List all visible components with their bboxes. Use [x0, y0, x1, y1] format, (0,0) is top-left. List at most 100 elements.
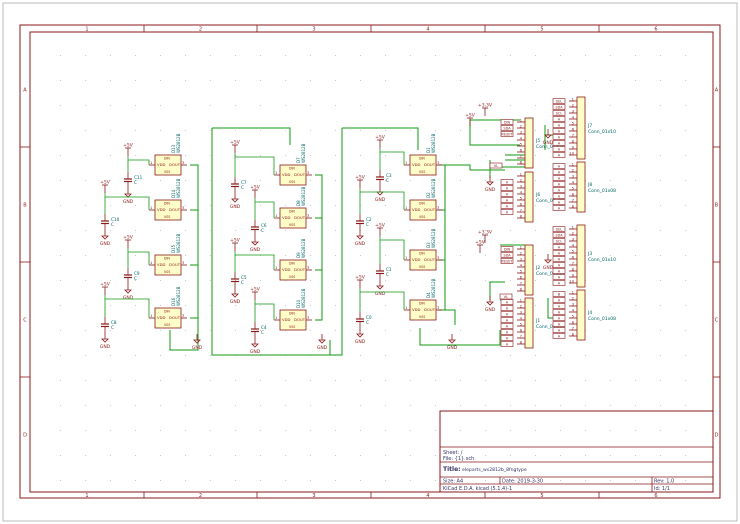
title-block-rev: Rev: 1.0	[654, 479, 674, 485]
grid-dot	[110, 280, 111, 281]
frame-col-label-bottom: 1	[85, 493, 88, 499]
grid-dot	[310, 80, 311, 81]
grid-dot	[85, 130, 86, 131]
led-pin-vss: VSS	[419, 215, 425, 219]
net-label: SDA	[555, 106, 563, 110]
grid-dot	[185, 380, 186, 381]
led-pin-vss: VSS	[289, 325, 295, 329]
grid-dot	[160, 130, 161, 131]
grid-dot	[260, 130, 261, 131]
net-label: SDA	[503, 254, 511, 258]
grid-dot	[335, 280, 336, 281]
grid-dot	[210, 55, 211, 56]
grid-dot	[485, 330, 486, 331]
grid-dot	[385, 255, 386, 256]
led-pin-dout: DOUT	[169, 207, 181, 212]
grid-dot	[560, 455, 561, 456]
grid-dot	[260, 455, 261, 456]
grid-dot	[610, 355, 611, 356]
grid-dot	[385, 305, 386, 306]
grid-dot	[235, 480, 236, 481]
grid-dot	[210, 405, 211, 406]
grid-dot	[535, 405, 536, 406]
grid-dot	[335, 455, 336, 456]
grid-dot	[60, 205, 61, 206]
grid-dot	[660, 455, 661, 456]
frame-row-label-right: A	[715, 88, 719, 94]
connector-body	[576, 224, 586, 288]
grid-dot	[660, 330, 661, 331]
grid-dot	[635, 130, 636, 131]
grid-dot	[610, 55, 611, 56]
grid-dot	[235, 330, 236, 331]
grid-dot	[135, 80, 136, 81]
power-label: +5V	[230, 238, 241, 244]
grid-dot	[685, 305, 686, 306]
grid-dot	[110, 155, 111, 156]
grid-dot	[685, 455, 686, 456]
grid-dot	[510, 105, 511, 106]
grid-dot	[610, 205, 611, 206]
led-value: WS2812B	[301, 238, 306, 258]
led-pin-dout: DOUT	[424, 162, 436, 167]
power-label: +5V	[100, 282, 111, 288]
grid-dot	[85, 280, 86, 281]
led-value: WS2812B	[176, 286, 181, 306]
grid-dot	[535, 105, 536, 106]
power-label: +5V	[465, 113, 476, 119]
grid-dot	[185, 55, 186, 56]
connector-body	[576, 96, 586, 160]
grid-dot	[610, 405, 611, 406]
cap-value: C	[261, 330, 264, 335]
grid-dot	[110, 330, 111, 331]
gnd-label: GND	[123, 199, 134, 205]
gnd-label: GND	[100, 344, 111, 350]
grid-dot	[285, 430, 286, 431]
grid-dot	[260, 55, 261, 56]
grid-dot	[585, 380, 586, 381]
grid-dot	[310, 180, 311, 181]
cap-value: C	[111, 325, 114, 330]
grid-dot	[685, 105, 686, 106]
led-pin-din: DIN	[164, 202, 170, 206]
grid-dot	[285, 380, 286, 381]
grid-dot	[460, 280, 461, 281]
connector-body	[524, 117, 534, 169]
led-pin-dout: DOUT	[169, 262, 181, 267]
frame-col-label-top: 6	[654, 27, 657, 33]
grid-dot	[135, 430, 136, 431]
grid-dot	[360, 380, 361, 381]
led-pin-vss: VSS	[419, 265, 425, 269]
grid-dot	[435, 130, 436, 131]
grid-dot	[60, 55, 61, 56]
grid-dot	[135, 105, 136, 106]
grid-dot	[185, 180, 186, 181]
led-pin-din: DIN	[419, 252, 425, 256]
grid-dot	[660, 280, 661, 281]
led-pin-dout: DOUT	[294, 267, 306, 272]
grid-dot	[310, 205, 311, 206]
grid-dot	[460, 330, 461, 331]
grid-dot	[85, 380, 86, 381]
grid-dot	[335, 380, 336, 381]
grid-dot	[635, 180, 636, 181]
led-pin-vdd: VDD	[157, 262, 166, 267]
grid-dot	[110, 305, 111, 306]
grid-dot	[685, 130, 686, 131]
led-pin-vdd: VDD	[282, 317, 291, 322]
grid-dot	[110, 55, 111, 56]
grid-dot	[635, 455, 636, 456]
grid-dot	[110, 405, 111, 406]
title-block-file: File: {1}.sch	[443, 456, 474, 462]
grid-dot	[535, 305, 536, 306]
grid-dot	[310, 380, 311, 381]
grid-dot	[535, 205, 536, 206]
connector-body	[576, 161, 586, 213]
grid-dot	[560, 55, 561, 56]
grid-dot	[335, 105, 336, 106]
net-label: SEL	[556, 228, 562, 232]
grid-dot	[210, 380, 211, 381]
grid-dot	[485, 280, 486, 281]
grid-dot	[185, 230, 186, 231]
grid-dot	[385, 55, 386, 56]
